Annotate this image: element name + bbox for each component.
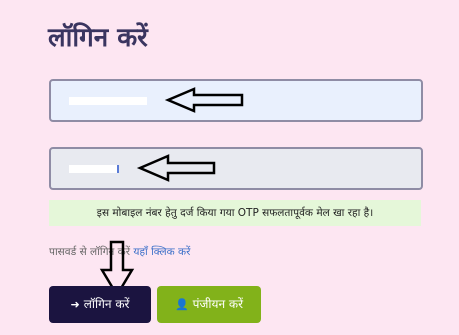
annotation-arrow-mobile-icon bbox=[164, 87, 244, 113]
redacted-otp-value bbox=[69, 165, 117, 173]
sign-in-icon: ➜ bbox=[70, 298, 80, 311]
page-title: लॉगिन करें bbox=[48, 23, 148, 53]
click-here-link[interactable]: यहाँ क्लिक करें bbox=[133, 246, 190, 258]
otp-field[interactable] bbox=[49, 147, 423, 190]
login-button-label: लॉगिन करें bbox=[83, 297, 130, 311]
otp-success-message: इस मोबाइल नंबर हेतु दर्ज किया गया OTP सफ… bbox=[49, 200, 421, 226]
redacted-mobile-value bbox=[69, 97, 147, 105]
annotation-arrow-otp-icon bbox=[136, 154, 216, 182]
register-button-label: पंजीयन करें bbox=[192, 297, 244, 311]
login-button[interactable]: ➜ लॉगिन करें bbox=[49, 286, 151, 323]
register-button[interactable]: 👤 पंजीयन करें bbox=[157, 286, 261, 323]
user-icon: 👤 bbox=[174, 298, 189, 311]
text-cursor bbox=[117, 165, 119, 173]
